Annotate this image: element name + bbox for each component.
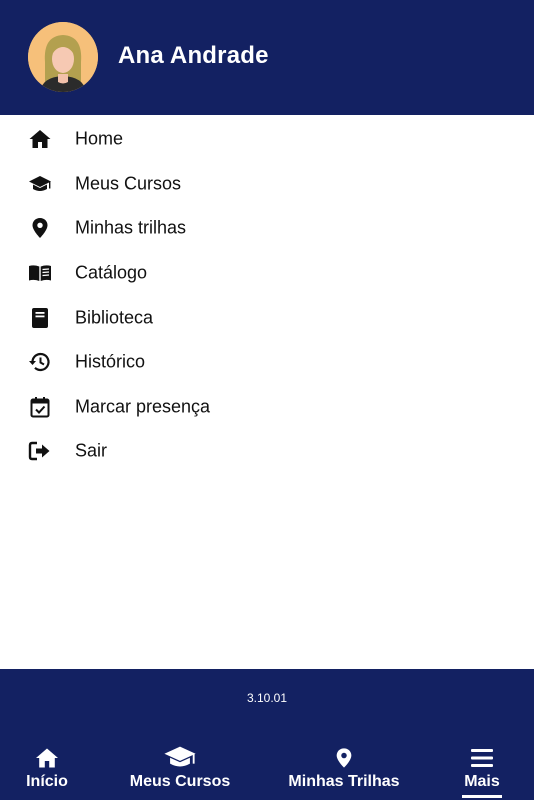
profile-header: Ana Andrade bbox=[0, 0, 534, 115]
menu-item-label: Sair bbox=[75, 440, 108, 461]
home-icon bbox=[28, 127, 52, 151]
book-icon bbox=[28, 306, 52, 330]
side-menu: Home Meus Cursos Minhas trilhas Catálogo… bbox=[0, 117, 534, 474]
graduation-cap-icon bbox=[163, 745, 197, 771]
hamburger-menu-icon bbox=[470, 745, 494, 771]
tab-label: Meus Cursos bbox=[129, 773, 231, 790]
tab-mais[interactable]: Mais bbox=[462, 745, 502, 798]
open-book-icon bbox=[28, 261, 52, 285]
menu-item-label: Histórico bbox=[75, 351, 146, 372]
map-pin-icon bbox=[333, 745, 355, 771]
menu-item-label: Meus Cursos bbox=[75, 173, 182, 194]
tab-label: Minhas Trilhas bbox=[288, 773, 400, 790]
menu-item-home[interactable]: Home bbox=[0, 117, 534, 162]
avatar-illustration bbox=[28, 22, 98, 92]
menu-item-label: Minhas trilhas bbox=[75, 217, 187, 238]
menu-item-minhas-trilhas[interactable]: Minhas trilhas bbox=[0, 206, 534, 251]
tab-inicio[interactable]: Início bbox=[24, 745, 70, 795]
user-name: Ana Andrade bbox=[118, 42, 269, 69]
home-icon bbox=[34, 745, 60, 771]
map-pin-icon bbox=[28, 216, 52, 240]
menu-item-label: Catálogo bbox=[75, 262, 148, 283]
sign-out-icon bbox=[28, 439, 52, 463]
app-version: 3.10.01 bbox=[246, 691, 288, 705]
menu-item-sair[interactable]: Sair bbox=[0, 429, 534, 474]
calendar-check-icon bbox=[28, 395, 52, 419]
user-avatar[interactable] bbox=[28, 22, 98, 92]
tab-label: Início bbox=[26, 773, 68, 790]
menu-item-historico[interactable]: Histórico bbox=[0, 340, 534, 385]
tab-minhas-trilhas[interactable]: Minhas Trilhas bbox=[288, 745, 400, 795]
menu-item-catalogo[interactable]: Catálogo bbox=[0, 251, 534, 296]
bottom-navigation: 3.10.01 Início Meus Cursos Minhas Trilha… bbox=[0, 669, 534, 800]
menu-item-label: Marcar presença bbox=[75, 396, 211, 417]
menu-item-meus-cursos[interactable]: Meus Cursos bbox=[0, 162, 534, 207]
menu-item-marcar-presenca[interactable]: Marcar presença bbox=[0, 385, 534, 430]
active-tab-indicator bbox=[462, 795, 502, 798]
menu-item-label: Biblioteca bbox=[75, 307, 154, 328]
tab-label: Mais bbox=[464, 773, 500, 790]
tab-meus-cursos[interactable]: Meus Cursos bbox=[130, 745, 230, 795]
menu-item-label: Home bbox=[75, 128, 124, 149]
menu-item-biblioteca[interactable]: Biblioteca bbox=[0, 295, 534, 340]
graduation-cap-icon bbox=[28, 172, 52, 196]
history-icon bbox=[28, 350, 52, 374]
